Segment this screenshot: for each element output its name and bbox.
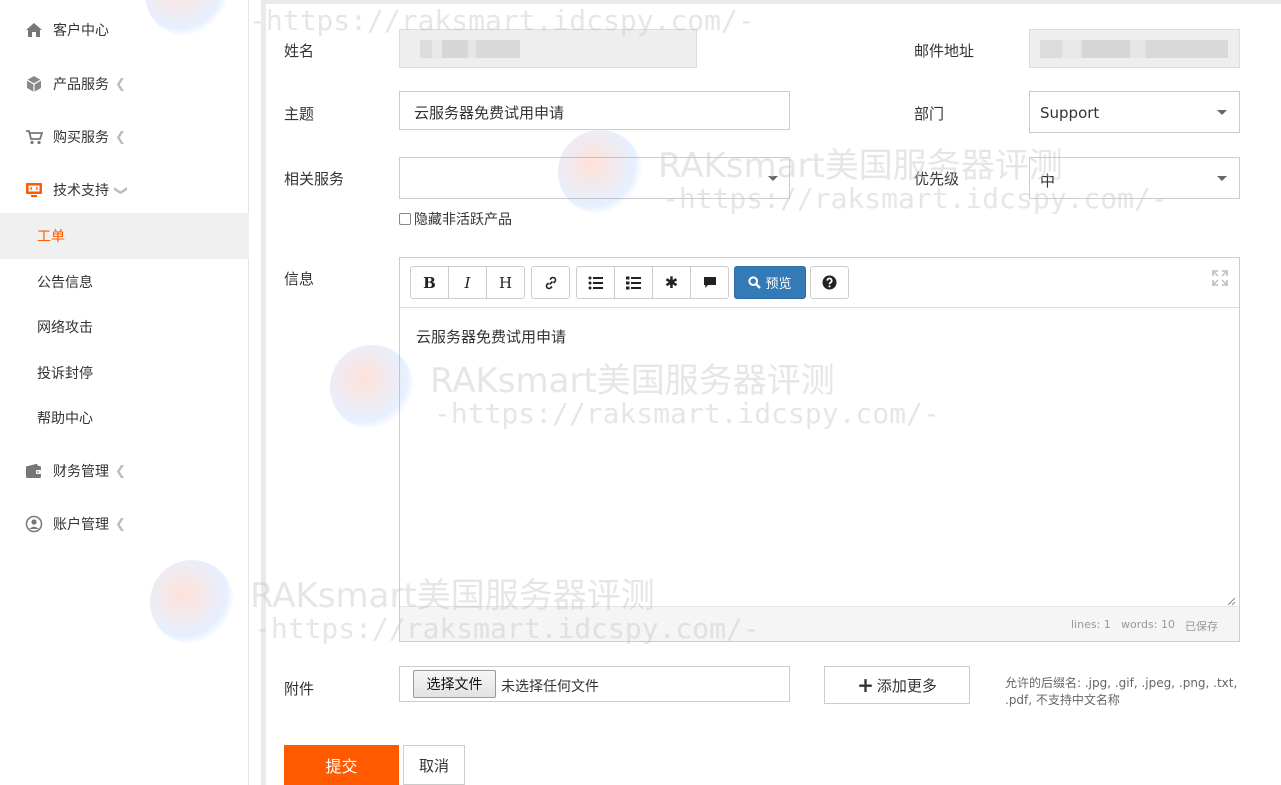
department-select[interactable]: Support xyxy=(1029,91,1240,133)
sidebar-subitem-label: 投诉封停 xyxy=(37,366,93,382)
fullscreen-button[interactable] xyxy=(1212,270,1228,290)
status-words: words: 10 xyxy=(1121,618,1175,631)
sidebar-item-label: 客户中心 xyxy=(53,23,109,39)
expand-icon xyxy=(1212,270,1228,286)
help-button[interactable] xyxy=(810,266,849,299)
sidebar: 客户中心 产品服务 ❮ 购买服务 ❮ 技术支持 ❮ 工单 公告信息 网络攻击 投… xyxy=(0,0,249,785)
sidebar-subitem-label: 工单 xyxy=(37,229,65,245)
sidebar-item-purchase-services[interactable]: 购买服务 ❮ xyxy=(0,115,249,159)
sidebar-subitem-tickets[interactable]: 工单 xyxy=(0,213,249,259)
priority-label: 优先级 xyxy=(914,170,960,188)
submit-button[interactable]: 提交 xyxy=(284,745,399,785)
message-label: 信息 xyxy=(284,270,315,288)
sidebar-item-tech-support[interactable]: 技术支持 ❮ xyxy=(0,168,249,212)
home-icon xyxy=(25,21,43,39)
department-value: Support xyxy=(1040,104,1100,122)
file-extension-hint: 允许的后缀名: .jpg, .gif, .jpeg, .png, .txt, .… xyxy=(1005,676,1238,707)
add-more-button[interactable]: + 添加更多 xyxy=(824,666,970,704)
sidebar-item-label: 技术支持 xyxy=(53,183,109,199)
chevron-left-icon: ❮ xyxy=(115,129,126,145)
asterisk-icon: ✱ xyxy=(664,273,679,292)
sidebar-subitem-label: 公告信息 xyxy=(37,275,93,291)
subject-value: 云服务器免费试用申请 xyxy=(414,104,565,122)
caret-down-icon xyxy=(1217,110,1227,115)
monitor-icon xyxy=(25,181,43,199)
department-label: 部门 xyxy=(914,105,945,123)
chevron-left-icon: ❮ xyxy=(115,463,126,479)
sidebar-item-account[interactable]: 账户管理 ❮ xyxy=(0,502,249,546)
sidebar-subitem-label: 帮助中心 xyxy=(37,411,93,427)
sidebar-subitem-label: 网络攻击 xyxy=(37,320,93,336)
subject-input[interactable]: 云服务器免费试用申请 xyxy=(399,91,790,130)
add-more-label: 添加更多 xyxy=(876,676,937,695)
search-icon xyxy=(748,276,762,289)
hide-inactive-label: 隐藏非活跃产品 xyxy=(414,212,512,228)
caret-down-icon xyxy=(768,176,778,181)
sidebar-subitem-help-center[interactable]: 帮助中心 xyxy=(0,395,249,441)
user-circle-icon xyxy=(25,515,43,533)
sidebar-item-label: 账户管理 xyxy=(53,517,109,533)
cart-icon xyxy=(25,128,43,146)
editor-toolbar: B I H ✱ 预览 xyxy=(400,258,1239,308)
email-label: 邮件地址 xyxy=(914,42,975,60)
hide-inactive-products[interactable]: 隐藏非活跃产品 xyxy=(399,209,512,229)
chevron-left-icon: ❮ xyxy=(115,76,126,92)
status-lines: lines: 1 xyxy=(1071,618,1111,631)
preview-button[interactable]: 预览 xyxy=(734,266,806,299)
bullet-list-button[interactable] xyxy=(576,266,615,299)
caret-down-icon xyxy=(1217,176,1227,181)
content-border-left xyxy=(261,0,266,785)
list-ul-icon xyxy=(588,276,603,289)
italic-button[interactable]: I xyxy=(448,266,487,299)
sidebar-subitem-network-attacks[interactable]: 网络攻击 xyxy=(0,304,249,350)
ticket-form-area: 姓名 邮件地址 主题 云服务器免费试用申请 部门 Support 相关服务 优先… xyxy=(250,0,1281,785)
attachment-label: 附件 xyxy=(284,680,315,698)
cube-icon xyxy=(25,75,43,93)
preview-label: 预览 xyxy=(765,277,792,292)
sidebar-item-finance[interactable]: 财务管理 ❮ xyxy=(0,449,249,493)
sidebar-subitem-complaints[interactable]: 投诉封停 xyxy=(0,350,249,396)
heading-button[interactable]: H xyxy=(486,266,525,299)
sidebar-item-label: 购买服务 xyxy=(53,130,109,146)
sidebar-item-product-services[interactable]: 产品服务 ❮ xyxy=(0,62,249,106)
markdown-editor: B I H ✱ 预览 云服务器免费试用申请 lines: 1 words: 10… xyxy=(399,257,1240,642)
link-icon xyxy=(545,276,556,289)
editor-content[interactable]: 云服务器免费试用申请 xyxy=(416,326,566,347)
related-service-label: 相关服务 xyxy=(284,170,345,188)
priority-select[interactable]: 中 xyxy=(1029,157,1240,199)
content-border-top xyxy=(266,0,1281,4)
chevron-left-icon: ❮ xyxy=(115,516,126,532)
bold-button[interactable]: B xyxy=(410,266,449,299)
name-label: 姓名 xyxy=(284,42,315,60)
cancel-button[interactable]: 取消 xyxy=(403,745,465,785)
choose-file-button[interactable]: 选择文件 xyxy=(413,670,496,698)
email-field[interactable] xyxy=(1029,29,1240,68)
chevron-down-icon: ❮ xyxy=(112,184,128,196)
sidebar-item-label: 财务管理 xyxy=(53,464,109,480)
hide-inactive-checkbox[interactable] xyxy=(399,213,411,225)
asterisk-button[interactable]: ✱ xyxy=(652,266,691,299)
editor-statusbar: lines: 1 words: 10 已保存 xyxy=(400,606,1239,641)
status-saved: 已保存 xyxy=(1185,620,1218,633)
plus-icon: + xyxy=(857,673,874,697)
related-service-select[interactable] xyxy=(399,157,790,199)
sidebar-item-label: 产品服务 xyxy=(53,77,109,93)
sidebar-subitem-announcements[interactable]: 公告信息 xyxy=(0,259,249,305)
ordered-list-button[interactable] xyxy=(614,266,653,299)
name-field[interactable] xyxy=(399,29,697,68)
wallet-icon xyxy=(25,462,43,480)
question-circle-icon xyxy=(822,275,837,290)
no-file-text: 未选择任何文件 xyxy=(501,679,599,695)
email-field-redacted xyxy=(1040,40,1228,58)
link-button[interactable] xyxy=(531,266,570,299)
quote-button[interactable] xyxy=(690,266,729,299)
comment-icon xyxy=(703,277,716,288)
file-input[interactable]: 选择文件 未选择任何文件 xyxy=(399,666,790,702)
priority-value: 中 xyxy=(1040,172,1056,190)
subject-label: 主题 xyxy=(284,105,315,123)
sidebar-item-customer-center[interactable]: 客户中心 xyxy=(0,8,249,52)
list-ol-icon xyxy=(625,276,641,289)
name-field-redacted xyxy=(420,40,520,58)
